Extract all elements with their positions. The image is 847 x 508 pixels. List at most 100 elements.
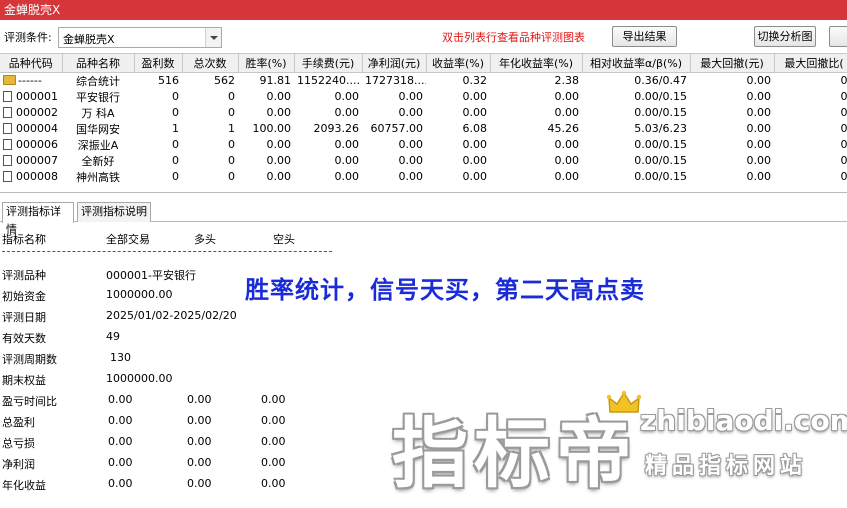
watermark-url: zhibiaodi.com bbox=[640, 404, 847, 437]
cell-value: 0 bbox=[228, 138, 235, 151]
table-row[interactable]: 000001 平安银行 0 0 0.00 0.00 0.00 0.00 0.00 0.00/0.1… bbox=[0, 89, 847, 105]
cell-value: 0. bbox=[840, 170, 847, 183]
table-row[interactable]: 000008 神州高铁 0 0 0.00 0.00 0.00 0.00 0.00 0.00/0.1… bbox=[0, 169, 847, 185]
cell-value: 1 bbox=[228, 122, 235, 135]
cell-value: 0.00 bbox=[398, 138, 424, 151]
detail-tabs: 评测指标详情 评测指标说明 bbox=[0, 200, 847, 236]
chevron-down-icon[interactable] bbox=[205, 28, 221, 47]
cell-value: 0.00 bbox=[746, 106, 772, 119]
detail-value: 0.00 bbox=[261, 435, 286, 448]
detail-value: 000001-平安银行 bbox=[106, 269, 196, 282]
detail-value: 0.00 bbox=[108, 435, 133, 448]
folder-icon bbox=[3, 75, 16, 85]
col-header-profit[interactable]: 净利润(元) bbox=[362, 54, 427, 73]
cell-value: 5.03/6.23 bbox=[634, 122, 687, 135]
detail-row: 有效天数 49 bbox=[0, 330, 500, 351]
cell-value: 0 bbox=[172, 90, 179, 103]
cell-value: 0.00/0.15 bbox=[634, 154, 687, 167]
cell-value: 0.00 bbox=[398, 106, 424, 119]
tab-indicator-description[interactable]: 评测指标说明 bbox=[77, 202, 151, 222]
col-header-max-drawdown-ratio[interactable]: 最大回撤比( bbox=[774, 54, 847, 73]
cell-value: 0.00 bbox=[746, 170, 772, 183]
cell-name: 全新好 bbox=[81, 154, 115, 168]
col-header-fee[interactable]: 手续费(元) bbox=[294, 54, 363, 73]
detail-label: 期末权益 bbox=[2, 374, 46, 387]
col-header-max-drawdown[interactable]: 最大回撤(元) bbox=[690, 54, 775, 73]
document-icon bbox=[3, 155, 12, 166]
table-row[interactable]: 000007 全新好 0 0 0.00 0.00 0.00 0.00 0.00 0.00/0.15… bbox=[0, 153, 847, 169]
cell-code-text: ------ bbox=[18, 74, 42, 87]
col-header-code[interactable]: 品种代码 bbox=[0, 54, 63, 73]
col-header-name[interactable]: 品种名称 bbox=[62, 54, 135, 73]
toolbar: 评测条件: 金蝉脱壳X 双击列表行查看品种评测图表 导出结果 切换分析图 bbox=[0, 20, 847, 54]
cell-value: 0.00 bbox=[554, 170, 580, 183]
col-header-annual-return[interactable]: 年化收益率(%) bbox=[490, 54, 583, 73]
cell-name: 综合统计 bbox=[76, 74, 120, 88]
table-row[interactable]: 000006 深振业A 0 0 0.00 0.00 0.00 0.00 0.00 0.00/0.1… bbox=[0, 137, 847, 153]
cell-value: 0 bbox=[228, 170, 235, 183]
window-titlebar: 金蝉脱壳X bbox=[0, 0, 847, 20]
cell-name: 国华网安 bbox=[76, 122, 120, 136]
cell-value: 0.36/0.47 bbox=[634, 74, 687, 87]
document-icon bbox=[3, 139, 12, 150]
table-row[interactable]: 000004 国华网安 1 1 100.00 2093.26 60757.00 6.08 45.… bbox=[0, 121, 847, 137]
cell-value: 0. bbox=[840, 122, 847, 135]
detail-value: 0.00 bbox=[108, 393, 133, 406]
col-header-relative-return[interactable]: 相对收益率α/β(%) bbox=[582, 54, 691, 73]
cell-value: 0.00 bbox=[462, 170, 488, 183]
detail-value: 0.00 bbox=[261, 393, 286, 406]
detail-row: 评测周期数 130 bbox=[0, 351, 500, 372]
cell-value: 1152240.... bbox=[297, 74, 360, 87]
table-row[interactable]: 000002 万 科A 0 0 0.00 0.00 0.00 0.00 0.00 0.00/0.1… bbox=[0, 105, 847, 121]
cell-value: 0.32 bbox=[462, 74, 488, 87]
cell-value: 0.00 bbox=[746, 90, 772, 103]
document-icon bbox=[3, 123, 12, 134]
cell-code: ------ bbox=[0, 72, 62, 89]
detail-value: 0.00 bbox=[261, 414, 286, 427]
cell-value: 0.00 bbox=[334, 154, 360, 167]
cell-value: 0 bbox=[172, 170, 179, 183]
cell-value: 0.00 bbox=[266, 106, 292, 119]
cell-value: 0.00 bbox=[462, 154, 488, 167]
cell-value: 0.00 bbox=[266, 138, 292, 151]
cell-value: 0.00 bbox=[334, 106, 360, 119]
annotation-text: 胜率统计，信号天买，第二天高点卖 bbox=[245, 276, 645, 304]
cell-value: 2093.26 bbox=[313, 122, 360, 135]
cell-name: 神州高铁 bbox=[76, 170, 120, 184]
cell-code: 000004 bbox=[0, 121, 62, 137]
col-header-return[interactable]: 收益率(%) bbox=[426, 54, 491, 73]
detail-label: 盈亏时间比 bbox=[2, 395, 57, 408]
cell-value: 0.00/0.15 bbox=[634, 90, 687, 103]
condition-select[interactable]: 金蝉脱壳X bbox=[58, 27, 222, 48]
cell-value: 0.00 bbox=[266, 170, 292, 183]
tab-indicator-details[interactable]: 评测指标详情 bbox=[2, 202, 74, 236]
detail-label: 评测日期 bbox=[2, 311, 46, 324]
detail-value: 0.00 bbox=[187, 456, 212, 469]
table-row[interactable]: ------ 综合统计 516 562 91.81 1152240.... 1727318.… bbox=[0, 72, 847, 89]
document-icon bbox=[3, 107, 12, 118]
switch-chart-button[interactable]: 切换分析图 bbox=[754, 26, 816, 47]
detail-value: 0.00 bbox=[187, 393, 212, 406]
cell-value: 0.00 bbox=[334, 138, 360, 151]
cell-code: 000006 bbox=[0, 137, 62, 153]
cell-value: 0.00 bbox=[746, 74, 772, 87]
col-header-winrate[interactable]: 胜率(%) bbox=[238, 54, 295, 73]
cell-value: 0.00 bbox=[554, 90, 580, 103]
extra-button[interactable] bbox=[829, 26, 847, 47]
cell-value: 0 bbox=[172, 154, 179, 167]
cell-value: 0.00 bbox=[462, 138, 488, 151]
table-header-row: 品种代码 品种名称 盈利数 总次数 胜率(%) 手续费(元) 净利润(元) 收益… bbox=[0, 54, 847, 73]
export-button[interactable]: 导出结果 bbox=[612, 26, 677, 47]
col-header-wins[interactable]: 盈利数 bbox=[134, 54, 183, 73]
cell-value: 0.00 bbox=[398, 154, 424, 167]
detail-value: 0.00 bbox=[187, 435, 212, 448]
detail-value: 0.00 bbox=[261, 477, 286, 490]
cell-value: 0. bbox=[840, 74, 847, 87]
detail-header-metric: 指标名称 bbox=[2, 233, 46, 246]
col-header-total[interactable]: 总次数 bbox=[182, 54, 239, 73]
cell-value: 0.00 bbox=[554, 138, 580, 151]
cell-code-text: 000008 bbox=[16, 170, 58, 183]
detail-label: 总亏损 bbox=[2, 437, 35, 450]
cell-value: 0.00 bbox=[334, 170, 360, 183]
cell-value: 0.00 bbox=[266, 90, 292, 103]
